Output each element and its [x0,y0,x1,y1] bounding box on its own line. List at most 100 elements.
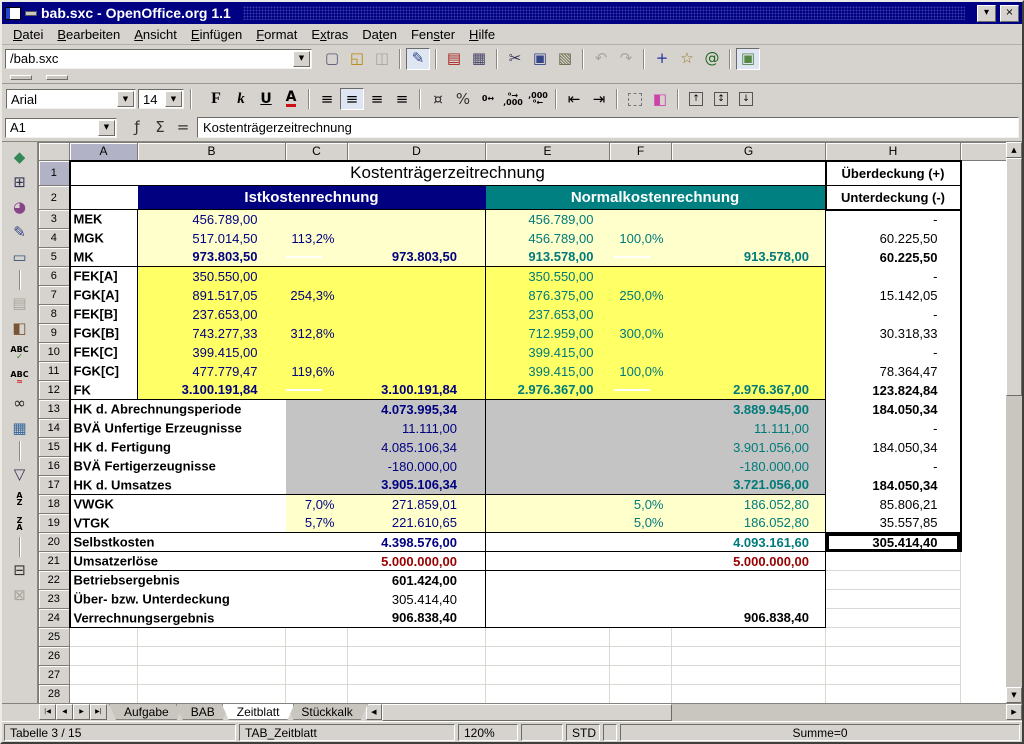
row-header-16[interactable]: 16 [39,457,70,476]
italic-icon[interactable]: k [229,88,253,110]
cell[interactable] [826,571,961,590]
cell[interactable] [348,628,486,647]
cell[interactable] [138,533,286,552]
group-icon[interactable]: ⊟ [7,558,33,582]
cell[interactable]: 5.000.000,00 [348,552,486,571]
bold-icon[interactable]: F [204,88,228,110]
h-column-header-line1[interactable]: Überdeckung (+) [826,161,961,186]
spellcheck-icon[interactable]: ABC✓ [7,341,33,365]
cell[interactable] [486,552,610,571]
cell[interactable] [610,552,672,571]
filler-cell[interactable] [961,400,1007,419]
cell[interactable] [348,305,486,324]
row-header-23[interactable]: 23 [39,590,70,609]
filler-cell[interactable] [961,609,1007,628]
font-color-icon[interactable]: A [279,88,303,110]
cell[interactable]: 399.415,00 [486,343,610,362]
font-name-dropdown-button[interactable]: ▼ [117,91,134,107]
cell[interactable] [286,438,348,457]
row-header-26[interactable]: 26 [39,647,70,666]
close-button[interactable]: × [1000,5,1019,22]
cell[interactable]: 123.824,84 [826,381,961,400]
cell[interactable]: 186.052,80 [672,514,826,533]
cell[interactable]: FGK[A] [70,286,138,305]
horizontal-scrollbar-thumb[interactable] [382,704,672,721]
navigator-icon[interactable]: + [650,48,674,70]
cell[interactable] [826,552,961,571]
cell[interactable] [610,248,672,267]
sort-descending-icon[interactable]: ZA [7,512,33,536]
row-header-4[interactable]: 4 [39,229,70,248]
cell[interactable]: 4.093.161,60 [672,533,826,552]
background-color-icon[interactable]: ◧ [648,88,672,110]
next-sheet-button[interactable]: ▶ [73,704,90,720]
formula-icon[interactable]: = [172,118,194,138]
name-box-dropdown-button[interactable]: ▼ [98,120,115,136]
cell[interactable] [610,666,672,685]
cell[interactable]: 11.111,00 [348,419,486,438]
cell[interactable]: 7,0% [286,495,348,514]
sort-ascending-icon[interactable]: AZ [7,487,33,511]
filler-cell[interactable] [961,514,1007,533]
autospellcheck-icon[interactable]: ABC≈ [7,366,33,390]
cell[interactable]: -180.000,00 [672,457,826,476]
row-header-3[interactable]: 3 [39,210,70,229]
cell[interactable]: 399.415,00 [486,362,610,381]
row-header-20[interactable]: 20 [39,533,70,552]
horizontal-scrollbar[interactable]: ◀ ▶ [366,704,1022,721]
menu-datei[interactable]: Datei [6,26,50,43]
cell[interactable] [486,419,610,438]
underline-icon[interactable]: U [254,88,278,110]
cell[interactable]: 743.277,33 [138,324,286,343]
insert-object-icon[interactable]: ◕ [7,195,33,219]
cell[interactable] [486,438,610,457]
align-center-vertical-icon[interactable]: ↕ [709,88,733,110]
cell[interactable]: MEK [70,210,138,229]
cell[interactable] [286,210,348,229]
name-box[interactable]: A1 ▼ [5,118,117,138]
sheet-tab-zeitblatt[interactable]: Zeitblatt [222,704,295,720]
datasources-icon[interactable]: ▦ [7,416,33,440]
cell[interactable]: FK [70,381,138,400]
scroll-up-button[interactable]: ▲ [1006,142,1022,158]
draw-functions-icon[interactable]: ✎ [7,220,33,244]
cell[interactable] [286,685,348,704]
cell[interactable] [610,419,672,438]
filler-cell[interactable] [961,419,1007,438]
cell[interactable]: - [826,419,961,438]
filler-cell[interactable] [961,438,1007,457]
cell[interactable]: 4.073.995,34 [348,400,486,419]
cell[interactable] [826,685,961,704]
cell[interactable] [610,571,672,590]
cell[interactable]: 237.653,00 [138,305,286,324]
cell[interactable] [486,590,610,609]
scroll-down-button[interactable]: ▼ [1006,687,1022,703]
cell[interactable] [486,628,610,647]
cell[interactable]: 973.803,50 [138,248,286,267]
cell[interactable] [138,495,286,514]
cell[interactable]: 60.225,50 [826,248,961,267]
group-header-istkosten[interactable]: Istkostenrechnung [138,186,486,210]
row-header-22[interactable]: 22 [39,571,70,590]
cell[interactable]: Verrechnungsergebnis [70,609,138,628]
cell[interactable] [486,666,610,685]
row-header-11[interactable]: 11 [39,362,70,381]
cell[interactable] [826,609,961,628]
copy-icon[interactable]: ▣ [528,48,552,70]
cell[interactable] [826,628,961,647]
cell[interactable]: 2.976.367,00 [672,381,826,400]
format-percent-icon[interactable]: % [451,88,475,110]
cell[interactable]: FEK[A] [70,267,138,286]
cell[interactable] [138,666,286,685]
column-header-A[interactable]: A [70,143,138,161]
format-standard-icon[interactable]: 0↔ [476,88,500,110]
filler-cell[interactable] [961,186,1007,210]
cell[interactable] [286,552,348,571]
menu-einfgen[interactable]: Einfügen [184,26,249,43]
cell[interactable] [70,186,138,210]
cell[interactable]: 237.653,00 [486,305,610,324]
cell[interactable] [486,514,610,533]
row-header-14[interactable]: 14 [39,419,70,438]
function-wizard-icon[interactable]: ƒ [126,118,148,138]
cell[interactable] [138,685,286,704]
